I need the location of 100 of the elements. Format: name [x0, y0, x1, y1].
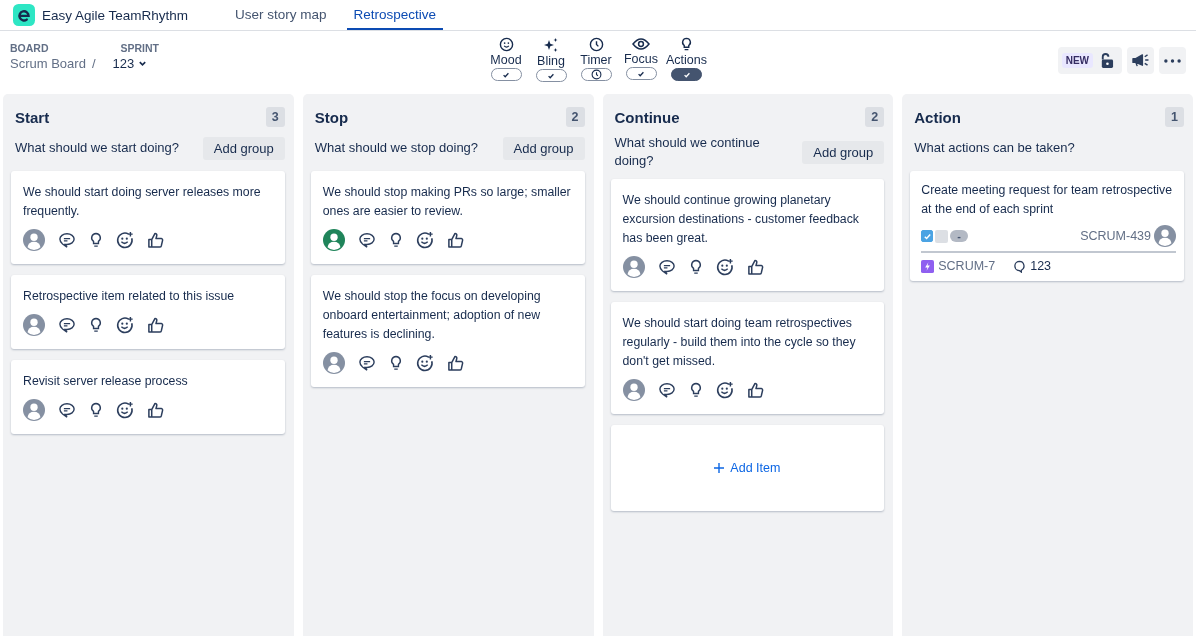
tool-toggle[interactable] — [671, 68, 702, 81]
nav-tab[interactable]: User story map — [228, 0, 334, 30]
column-prompt: What should we stop doing? — [314, 139, 479, 157]
column-count: 3 — [265, 107, 285, 127]
add-reaction-icon[interactable] — [715, 381, 734, 399]
add-reaction-icon[interactable] — [415, 354, 434, 372]
column-count: 2 — [865, 107, 885, 127]
check-icon — [637, 69, 645, 78]
thumbs-up-icon[interactable] — [746, 258, 764, 276]
tool-label: Bling — [537, 54, 565, 68]
comment-icon[interactable] — [657, 259, 676, 275]
check-icon — [547, 71, 555, 80]
thumbs-up-icon[interactable] — [446, 354, 464, 372]
sprint-dropdown[interactable]: 123 — [112, 56, 159, 71]
column-title: Action — [914, 108, 961, 126]
comment-icon[interactable] — [58, 232, 76, 248]
new-badge: NEW — [1061, 53, 1093, 68]
comment-icon[interactable] — [58, 402, 76, 418]
add-group-button[interactable]: Add group — [202, 136, 285, 160]
tool-toggle[interactable] — [625, 67, 657, 80]
comment-icon[interactable] — [657, 382, 676, 398]
add-reaction-icon[interactable] — [415, 231, 434, 249]
lightbulb-icon[interactable] — [89, 232, 103, 248]
lightbulb-icon[interactable] — [688, 259, 703, 275]
avatar-icon[interactable] — [322, 229, 345, 251]
comment-icon[interactable] — [357, 232, 376, 248]
lightbulb-icon[interactable] — [89, 317, 103, 333]
column-count: 1 — [1165, 107, 1184, 127]
retro-card[interactable]: We should start doing server releases more frequently. — [11, 171, 285, 264]
comment-icon — [1013, 259, 1027, 273]
add-group-button[interactable]: Add group — [502, 136, 585, 160]
card-text: We should continue growing planetary excursion destinations - customer feedback has been great. — [622, 192, 860, 247]
column-title: Start — [15, 108, 50, 126]
thumbs-up-icon[interactable] — [446, 231, 464, 249]
nav-tab[interactable]: Retrospective — [346, 0, 444, 30]
status-pill[interactable]: - — [950, 230, 968, 242]
add-group-button[interactable]: Add group — [802, 140, 885, 164]
action-card[interactable]: Create meeting request for team retrospective at the end of each sprint - SCRUM-439 SCRUM-7 123 — [910, 171, 1184, 281]
column-title: Stop — [314, 108, 349, 126]
retro-card[interactable]: Revisit server release process — [11, 360, 285, 434]
retro-card[interactable]: We should continue growing planetary excursion destinations - customer feedback has been great. — [610, 179, 885, 291]
avatar-icon[interactable] — [322, 352, 345, 374]
check-icon — [682, 70, 691, 79]
sprint-label: SPRINT — [120, 42, 159, 54]
thumbs-up-icon[interactable] — [746, 381, 764, 399]
add-item-button[interactable]: Add Item — [610, 425, 885, 511]
retro-card[interactable]: Retrospective item related to this issue — [11, 275, 285, 349]
tool-toggle[interactable] — [535, 69, 567, 82]
add-reaction-icon[interactable] — [116, 401, 134, 419]
more-icon — [1164, 58, 1181, 63]
checkbox[interactable] — [921, 230, 934, 242]
column-count: 2 — [565, 107, 585, 127]
app-name: Easy Agile TeamRhythm — [42, 7, 189, 23]
check-icon — [502, 70, 510, 79]
card-text: Create meeting request for team retrospective at the end of each sprint — [921, 182, 1174, 218]
card-text: Retrospective item related to this issue — [23, 288, 236, 305]
column-prompt: What actions can be taken? — [914, 139, 1075, 157]
add-reaction-icon[interactable] — [116, 316, 134, 334]
add-reaction-icon[interactable] — [715, 258, 734, 276]
lock-button[interactable]: NEW — [1057, 47, 1122, 74]
retro-card[interactable]: We should start doing team retrospectives regularly - build them into the cycle so they don't get missed. — [610, 302, 885, 414]
lightbulb-icon[interactable] — [388, 355, 403, 371]
board-link[interactable]: Scrum Board — [10, 56, 86, 71]
separator: / — [91, 56, 96, 71]
tool-toggle[interactable] — [580, 68, 612, 81]
issue-key[interactable]: SCRUM-439 — [1080, 229, 1151, 243]
thumbs-up-icon[interactable] — [147, 316, 164, 334]
tool-label: Timer — [580, 53, 612, 67]
card-text: We should start doing server releases more frequently. — [23, 184, 262, 220]
lightbulb-icon[interactable] — [89, 402, 103, 418]
add-reaction-icon[interactable] — [116, 231, 134, 249]
more-button[interactable] — [1159, 47, 1186, 74]
column-title: Continue — [614, 108, 680, 126]
retro-card[interactable]: We should stop making PRs so large; smaller ones are easier to review. — [310, 171, 585, 264]
avatar-icon[interactable] — [23, 314, 45, 336]
tool-toggle[interactable] — [490, 68, 522, 81]
comment-icon[interactable] — [58, 317, 76, 333]
thumbs-up-icon[interactable] — [147, 231, 164, 249]
thumbs-up-icon[interactable] — [147, 401, 164, 419]
app-logo-icon — [13, 4, 35, 26]
avatar-icon[interactable] — [1154, 225, 1176, 247]
sparkle-icon — [543, 37, 559, 53]
clock-icon — [590, 69, 602, 80]
eye-icon — [632, 37, 650, 51]
announce-button[interactable] — [1127, 47, 1154, 74]
column-prompt: What should we start doing? — [15, 139, 180, 157]
retro-card[interactable]: We should stop the focus on developing onboard entertainment; adoption of new features is declining. — [310, 275, 585, 387]
epic-key[interactable]: SCRUM-7 — [938, 259, 996, 273]
avatar-icon[interactable] — [23, 229, 45, 251]
lightbulb-icon — [679, 37, 694, 52]
megaphone-icon — [1131, 53, 1150, 68]
lightbulb-icon[interactable] — [688, 382, 703, 398]
unlock-icon — [1099, 52, 1114, 69]
avatar-icon[interactable] — [622, 379, 645, 401]
comment-icon[interactable] — [357, 355, 376, 371]
avatar-icon[interactable] — [23, 399, 45, 421]
avatar-icon[interactable] — [622, 256, 645, 278]
lightbulb-icon[interactable] — [388, 232, 403, 248]
tool-label: Mood — [490, 53, 522, 67]
card-text: We should stop making PRs so large; smaller ones are easier to review. — [322, 184, 572, 220]
